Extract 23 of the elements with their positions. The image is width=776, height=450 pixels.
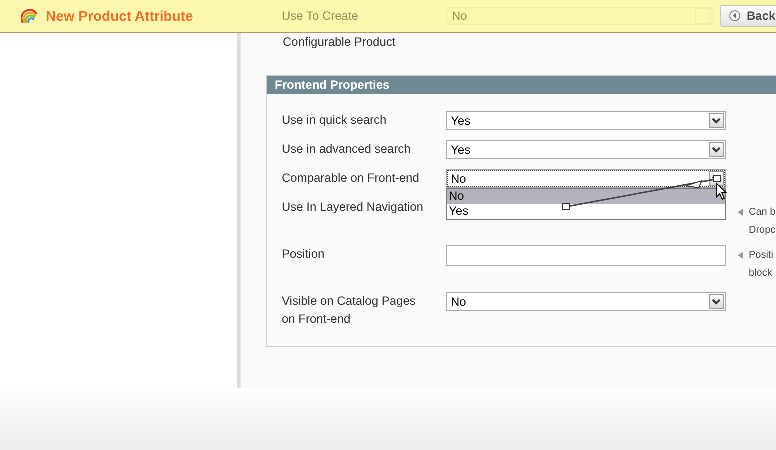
select-field[interactable]: Yes bbox=[446, 140, 726, 159]
field-hint: Positi block bbox=[749, 249, 774, 281]
select-field[interactable]: No bbox=[446, 169, 726, 188]
field-label: Use in quick search bbox=[282, 112, 388, 129]
field-label: Comparable on Front-end bbox=[282, 170, 420, 187]
dropdown-option[interactable]: No bbox=[447, 189, 725, 204]
field-label: Position bbox=[282, 246, 326, 263]
rainbow-icon bbox=[21, 8, 39, 24]
position-input[interactable] bbox=[446, 245, 726, 266]
select-field[interactable]: Yes bbox=[446, 111, 726, 130]
field-hint: Can b Dropc bbox=[749, 206, 776, 238]
field-label: Configurable Product bbox=[282, 34, 397, 51]
dropdown-option[interactable]: Yes bbox=[447, 204, 725, 219]
field-label: Visible on Catalog Pages on Front-end bbox=[282, 293, 417, 328]
hint-pointer-icon bbox=[738, 209, 743, 216]
section-header: Frontend Properties bbox=[267, 76, 776, 94]
field-label: Use in advanced search bbox=[282, 141, 412, 158]
select-field[interactable]: No bbox=[446, 292, 726, 311]
back-button[interactable]: Back bbox=[720, 5, 776, 27]
field-label: Use In Layered Navigation bbox=[282, 199, 424, 216]
field-label: Use To Create bbox=[282, 9, 360, 23]
page-title: New Product Attribute bbox=[46, 8, 194, 24]
hint-pointer-icon bbox=[738, 252, 743, 259]
